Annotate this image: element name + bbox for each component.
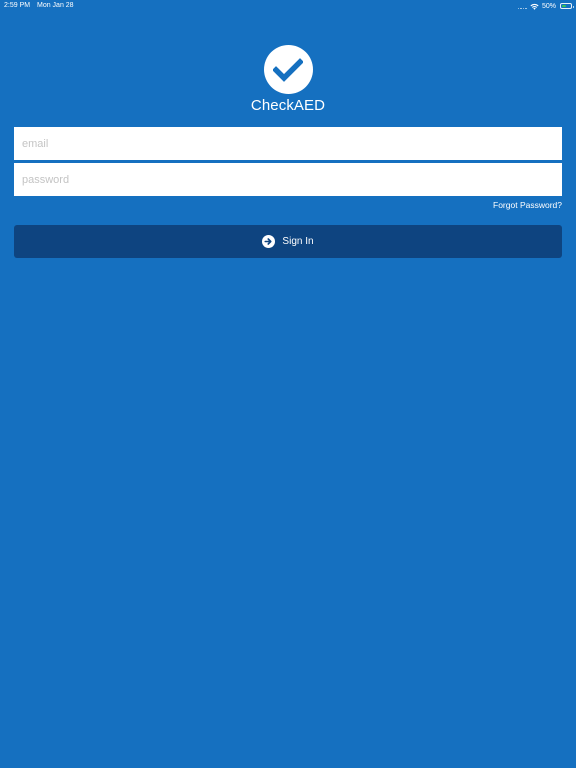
battery-percent: 50% <box>541 2 556 10</box>
signal-dots-icon <box>517 3 527 9</box>
login-screen: 2:59 PM Mon Jan 28 50% CheckAED email Fo… <box>0 0 576 768</box>
forgot-password-link[interactable]: Forgot Password? <box>493 200 562 210</box>
status-indicators: 50% <box>517 1 574 11</box>
app-logo: CheckAED <box>0 45 576 114</box>
app-name: CheckAED <box>250 97 326 114</box>
login-form <box>14 127 562 196</box>
password-field[interactable] <box>14 163 562 196</box>
arrow-right-circle-icon <box>262 235 276 248</box>
sign-in-label: Sign In <box>282 236 314 247</box>
battery-level <box>562 5 566 7</box>
status-date: Mon Jan 28 <box>37 2 74 9</box>
wifi-icon <box>530 3 539 10</box>
status-bar: 2:59 PM Mon Jan 28 50% <box>0 0 576 12</box>
battery-icon <box>560 3 574 9</box>
email-field[interactable] <box>14 127 562 160</box>
sign-in-button[interactable]: Sign In <box>14 225 562 258</box>
status-time: 2:59 PM <box>4 2 31 9</box>
checkmark-icon <box>263 45 313 94</box>
